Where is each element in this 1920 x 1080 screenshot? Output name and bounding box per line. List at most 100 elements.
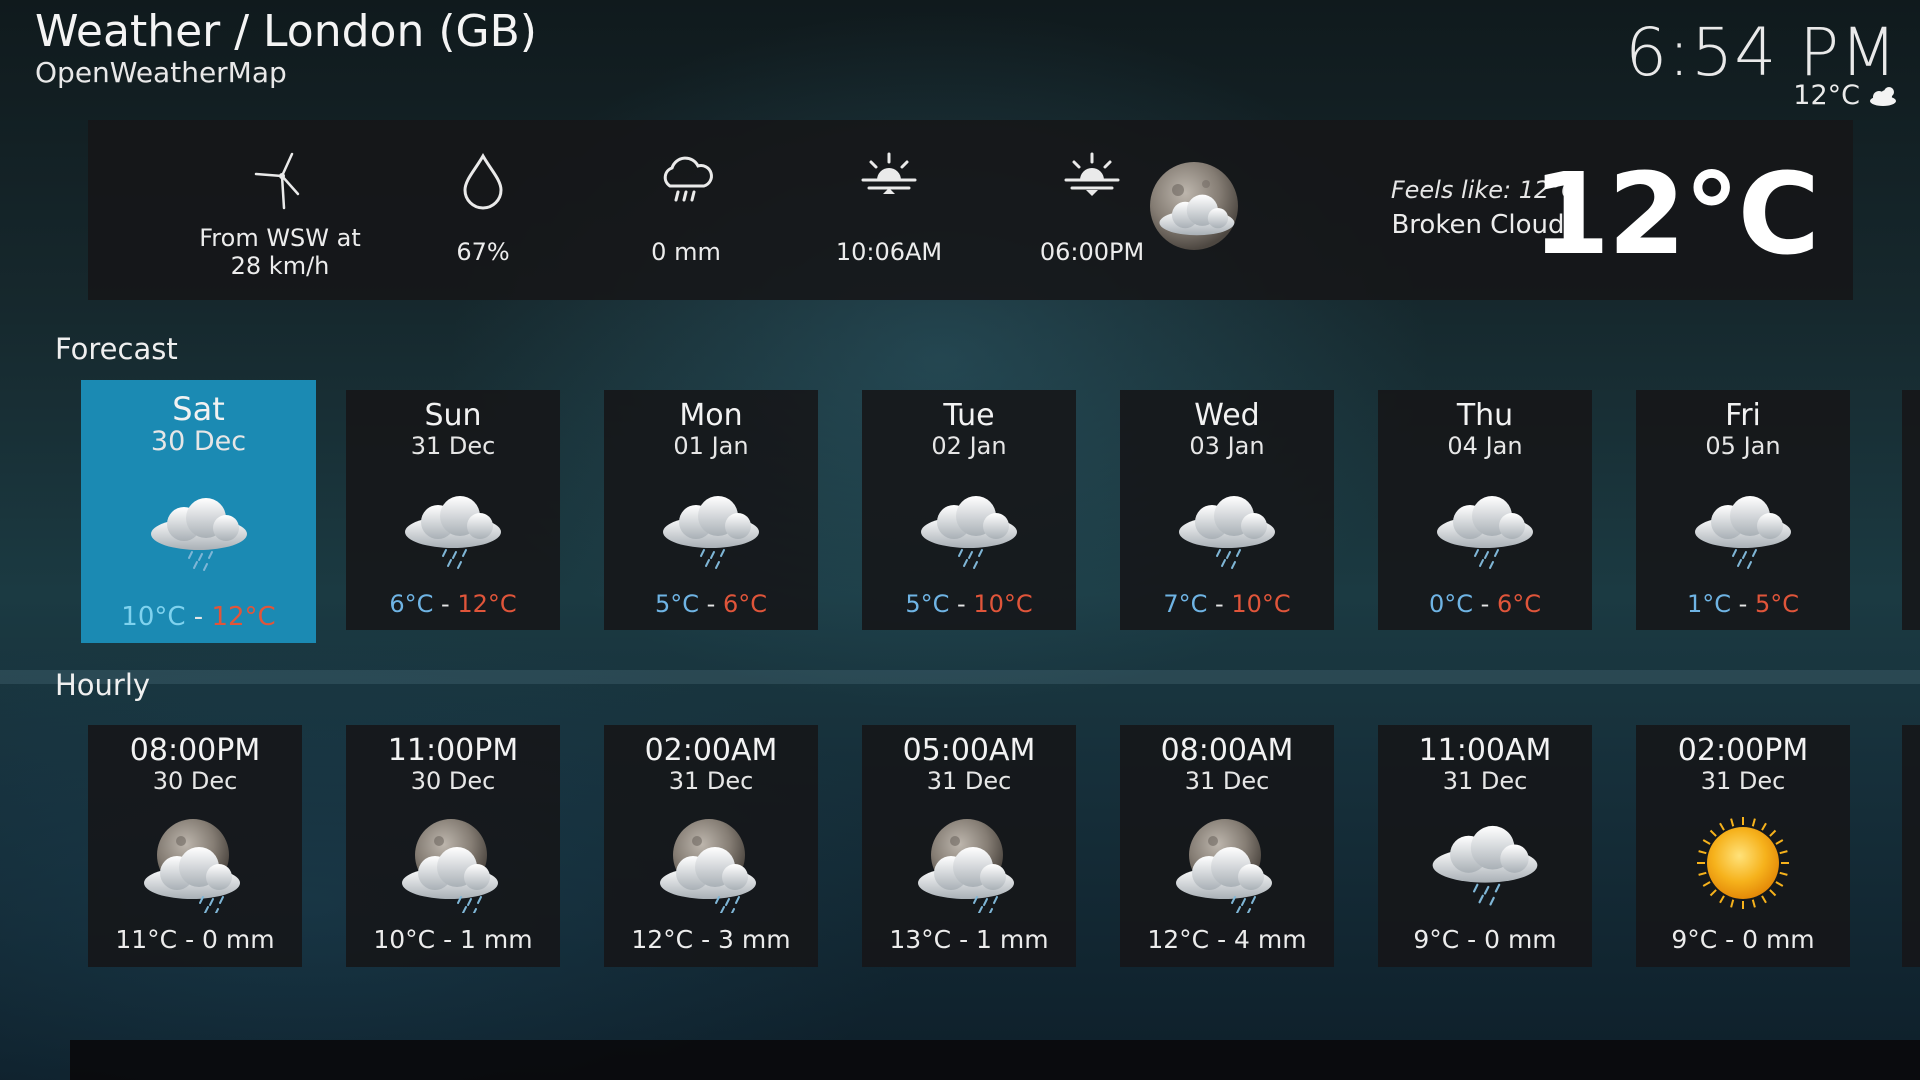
forecast-day: Mon — [679, 398, 743, 433]
forecast-temperature-range: 7°C - 10°C — [1120, 590, 1334, 618]
forecast-day-card[interactable]: Sun 31 Dec 6°C - 12°C — [346, 390, 560, 630]
forecast-next-card-peek[interactable] — [1902, 390, 1920, 630]
provider-name: OpenWeatherMap — [35, 56, 287, 89]
hourly-card[interactable]: 11:00PM 30 Dec 10°C - 1 mm — [346, 725, 560, 967]
clock-temperature-value: 12°C — [1793, 80, 1860, 111]
forecast-day-card[interactable]: Wed 03 Jan 7°C - 10°C — [1120, 390, 1334, 630]
hourly-temp-precip: 9°C - 0 mm — [1671, 925, 1815, 954]
forecast-day-card[interactable]: Fri 05 Jan 1°C - 5°C — [1636, 390, 1850, 630]
hourly-card[interactable]: 08:00PM 30 Dec 11°C - 0 mm — [88, 725, 302, 967]
hourly-heading: Hourly — [55, 668, 151, 702]
forecast-date: 05 Jan — [1705, 432, 1781, 460]
hourly-temp-precip: 10°C - 1 mm — [373, 925, 533, 954]
rain-cloud-icon — [150, 498, 247, 571]
hourly-time: 02:00PM — [1677, 733, 1809, 768]
sunset-icon — [1064, 152, 1120, 196]
forecast-day-card[interactable]: Mon 01 Jan 5°C - 6°C — [604, 390, 818, 630]
forecast-high: 12°C — [211, 602, 276, 632]
forecast-day: Tue — [943, 398, 995, 433]
rain-cloud-icon — [1179, 496, 1275, 569]
forecast-day: Thu — [1456, 398, 1514, 433]
moon-rain-icon — [144, 819, 240, 913]
forecast-separator: - — [949, 590, 974, 618]
forecast-day: Wed — [1194, 398, 1260, 433]
forecast-low: 7°C — [1163, 590, 1208, 618]
rain-cloud-icon — [663, 496, 759, 569]
hourly-card[interactable]: 08:00AM 31 Dec 12°C - 4 mm — [1120, 725, 1334, 967]
rain-cloud-icon — [405, 496, 501, 569]
sun-icon — [1697, 817, 1789, 909]
moon-rain-icon — [402, 819, 498, 913]
forecast-separator: - — [185, 602, 212, 632]
cloud-icon — [1870, 86, 1896, 106]
precipitation-stat: 0 mm — [586, 120, 786, 300]
forecast-separator: - — [1473, 590, 1497, 618]
hourly-time: 08:00PM — [129, 733, 261, 768]
forecast-date: 03 Jan — [1189, 432, 1265, 460]
forecast-temperature-range: 1°C - 5°C — [1636, 590, 1850, 618]
hourly-date: 30 Dec — [152, 767, 238, 795]
forecast-separator: - — [1207, 590, 1232, 618]
forecast-day-card[interactable]: Tue 02 Jan 5°C - 10°C — [862, 390, 1076, 630]
forecast-separator: - — [699, 590, 723, 618]
hourly-temp-precip: 12°C - 3 mm — [631, 925, 791, 954]
sunrise-icon — [861, 152, 917, 194]
forecast-separator: - — [1731, 590, 1755, 618]
forecast-temperature-range: 10°C - 12°C — [81, 602, 316, 632]
hourly-date: 30 Dec — [410, 767, 496, 795]
forecast-temperature-range: 0°C - 6°C — [1378, 590, 1592, 618]
droplet-icon — [463, 152, 503, 210]
moon-rain-icon — [660, 819, 756, 913]
hourly-time: 05:00AM — [902, 733, 1036, 768]
forecast-date: 01 Jan — [673, 432, 749, 460]
hourly-card[interactable]: 11:00AM 31 Dec 9°C - 0 mm — [1378, 725, 1592, 967]
hourly-time: 08:00AM — [1160, 733, 1294, 768]
wind-stat: From WSW at 28 km/h — [180, 120, 380, 300]
forecast-date: 30 Dec — [150, 426, 247, 457]
hourly-temp-precip: 9°C - 0 mm — [1413, 925, 1557, 954]
forecast-low: 6°C — [389, 590, 434, 618]
humidity-stat: 67% — [383, 120, 583, 300]
forecast-temperature-range: 6°C - 12°C — [346, 590, 560, 618]
sunrise-value: 10:06AM — [835, 238, 943, 266]
hourly-card[interactable]: 02:00PM 31 Dec 9°C - 0 mm — [1636, 725, 1850, 967]
rain-cloud-icon — [1437, 496, 1533, 569]
forecast-temperature-range: 5°C - 6°C — [604, 590, 818, 618]
forecast-day-card[interactable]: Thu 04 Jan 0°C - 6°C — [1378, 390, 1592, 630]
current-conditions-panel: From WSW at 28 km/h 67% 0 mm 10:06AM 06:… — [88, 120, 1853, 300]
hourly-time: 11:00AM — [1418, 733, 1552, 768]
clock-temperature: 12°C — [1793, 80, 1898, 111]
rain-cloud-icon — [921, 496, 1017, 569]
sunrise-stat: 10:06AM — [789, 120, 989, 300]
moon-cloud-icon — [1150, 162, 1238, 250]
forecast-high: 10°C — [1231, 590, 1291, 618]
forecast-high: 10°C — [973, 590, 1033, 618]
forecast-heading: Forecast — [55, 332, 178, 366]
hourly-card[interactable]: 02:00AM 31 Dec 12°C - 3 mm — [604, 725, 818, 967]
humidity-value: 67% — [456, 238, 510, 266]
background-band — [0, 670, 1920, 684]
hourly-card[interactable]: 05:00AM 31 Dec 13°C - 1 mm — [862, 725, 1076, 967]
hourly-time: 11:00PM — [387, 733, 519, 768]
hourly-date: 31 Dec — [1700, 767, 1786, 795]
forecast-high: 6°C — [1496, 590, 1541, 618]
moon-rain-icon — [918, 819, 1014, 913]
forecast-high: 5°C — [1754, 590, 1799, 618]
moon-rain-icon — [1176, 819, 1272, 913]
forecast-high: 6°C — [722, 590, 767, 618]
hourly-temp-precip: 13°C - 1 mm — [889, 925, 1049, 954]
hourly-date: 31 Dec — [926, 767, 1012, 795]
hourly-date: 31 Dec — [1442, 767, 1528, 795]
wind-value: From WSW at 28 km/h — [199, 224, 361, 280]
forecast-date: 31 Dec — [410, 432, 496, 460]
forecast-day-card[interactable]: Sat 30 Dec 10°C - 12°C — [81, 380, 316, 643]
forecast-day: Sat — [172, 390, 225, 428]
rain-cloud-icon — [663, 156, 713, 202]
wind-turbine-icon — [254, 152, 300, 210]
current-temperature: 12°C — [1531, 150, 1820, 280]
forecast-low: 10°C — [121, 602, 186, 632]
hourly-next-card-peek[interactable] — [1902, 725, 1920, 967]
hourly-time: 02:00AM — [644, 733, 778, 768]
hourly-temp-precip: 11°C - 0 mm — [115, 925, 275, 954]
forecast-temperature-range: 5°C - 10°C — [862, 590, 1076, 618]
